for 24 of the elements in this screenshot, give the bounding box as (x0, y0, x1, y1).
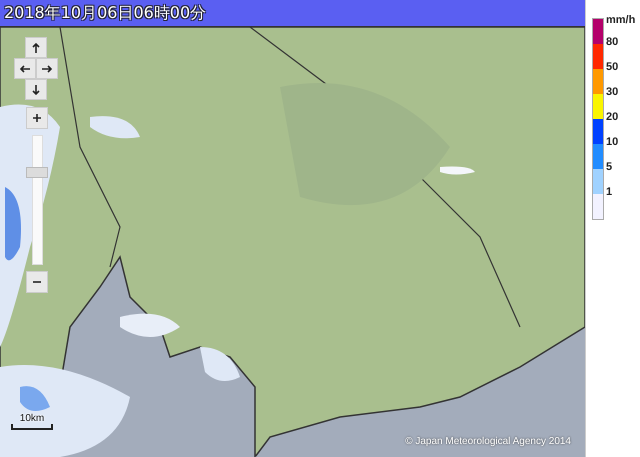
legend-unit: mm/h (606, 14, 636, 28)
arrow-left-icon (19, 62, 31, 74)
pan-button[interactable] (14, 58, 36, 79)
scale-label: 10km (20, 413, 44, 424)
zoom-out-button[interactable] (26, 271, 48, 293)
pan-button[interactable] (25, 37, 47, 58)
legend-label: 1 (606, 186, 612, 198)
zoom-in-button[interactable] (26, 107, 48, 129)
map-title: 2018年10月06日06時00分 (0, 0, 585, 27)
legend-label: 20 (606, 111, 618, 123)
legend-label: 10 (606, 136, 618, 148)
plus-icon (32, 113, 42, 123)
arrow-down-icon (30, 84, 42, 96)
pan-button[interactable] (36, 58, 58, 79)
arrow-up-icon (30, 42, 42, 54)
legend-label: 80 (606, 36, 618, 48)
pan-button[interactable] (25, 79, 47, 100)
arrow-right-icon (41, 62, 53, 74)
slider-thumb[interactable] (26, 166, 48, 178)
scale-bar (11, 424, 53, 430)
legend-label: 5 (606, 161, 612, 173)
copyright-text: © Japan Meteorological Agency 2014 (405, 436, 571, 447)
legend-label: 30 (606, 86, 618, 98)
legend-label: 50 (606, 61, 618, 73)
